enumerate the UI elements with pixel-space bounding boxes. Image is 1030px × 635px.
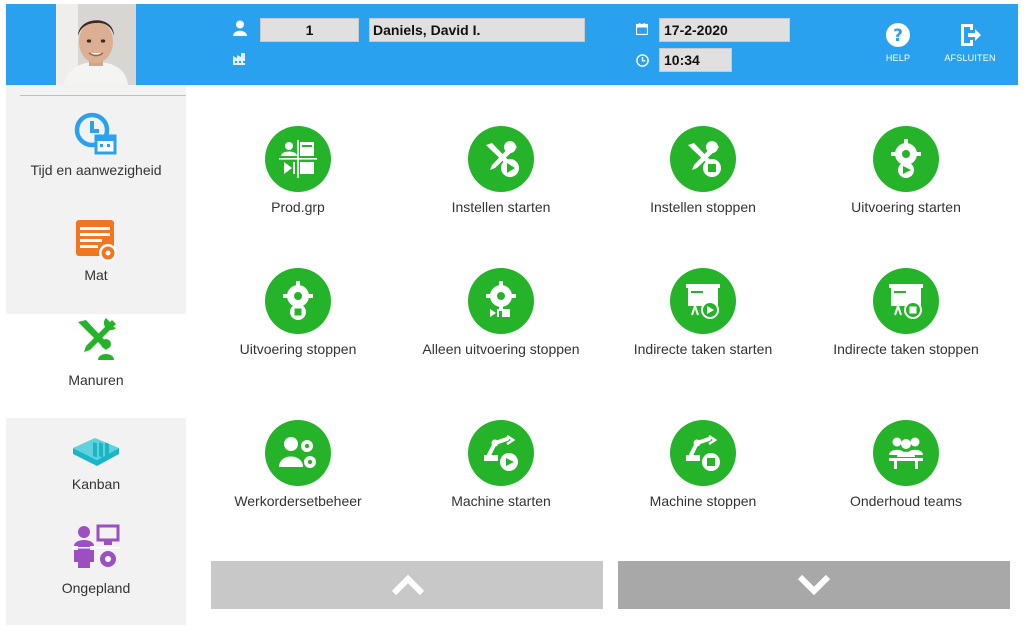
tile-onderhoud-teams[interactable]: Onderhoud teams xyxy=(806,420,1006,509)
sidebar-item-mat[interactable]: Mat xyxy=(6,207,186,311)
tile-machine-stoppen[interactable]: Machine stoppen xyxy=(603,420,803,509)
workorder-set-icon xyxy=(265,420,331,486)
indirect-stop-icon xyxy=(873,268,939,334)
tile-machine-starten[interactable]: Machine starten xyxy=(401,420,601,509)
tile-label: Werkordersetbeheer xyxy=(234,493,362,509)
unplanned-icon xyxy=(6,524,186,570)
tile-label: Uitvoering stoppen xyxy=(239,341,357,357)
machine-start-icon xyxy=(468,420,534,486)
execution-only-stop-icon xyxy=(468,268,534,334)
tile-werkordersetbeheer[interactable]: Werkordersetbeheer xyxy=(198,420,398,509)
chevron-up-icon xyxy=(391,574,425,596)
sidebar-item-kanban[interactable]: Kanban xyxy=(6,416,186,520)
teams-icon xyxy=(873,420,939,486)
sidebar-item-label: Kanban xyxy=(71,476,121,492)
clock-icon xyxy=(636,54,649,72)
machine-stop-icon xyxy=(670,420,736,486)
time-field[interactable]: 10:34 xyxy=(659,48,732,72)
setup-start-icon xyxy=(468,126,534,192)
kanban-tray-icon xyxy=(6,426,186,472)
sidebar-item-tijd[interactable]: Tijd en aanwezigheid xyxy=(6,100,186,204)
tile-label: Instellen starten xyxy=(451,199,551,215)
logout-icon xyxy=(961,24,981,46)
tile-label: Indirecte taken starten xyxy=(633,341,773,357)
chevron-down-icon xyxy=(797,574,831,596)
clock-calendar-icon xyxy=(6,110,186,156)
scroll-down-button[interactable] xyxy=(618,561,1010,609)
user-number-field[interactable]: 1 xyxy=(260,18,359,42)
close-label: AFSLUITEN xyxy=(944,53,996,63)
tile-label: Uitvoering starten xyxy=(851,199,961,215)
header-bar xyxy=(6,4,1018,85)
sidebar-item-label: Tijd en aanwezigheid xyxy=(30,162,162,178)
sidebar-divider xyxy=(20,95,186,96)
close-button[interactable]: AFSLUITEN xyxy=(940,22,1000,63)
execution-stop-icon xyxy=(265,268,331,334)
indirect-start-icon xyxy=(670,268,736,334)
svg-text:?: ? xyxy=(893,26,903,46)
tile-label: Prod.grp xyxy=(271,199,325,215)
help-icon: ? xyxy=(886,23,910,47)
user-icon xyxy=(233,20,247,41)
execution-start-icon xyxy=(873,126,939,192)
tile-uitvoering-stoppen[interactable]: Uitvoering stoppen xyxy=(198,268,398,357)
sidebar-item-ongepland[interactable]: Ongepland xyxy=(6,520,186,624)
production-group-icon xyxy=(265,126,331,192)
sidebar-item-manuren[interactable]: Manuren xyxy=(6,314,186,418)
tile-prod-grp[interactable]: Prod.grp xyxy=(198,126,398,215)
tile-label: Onderhoud teams xyxy=(849,493,963,509)
tile-uitvoering-starten[interactable]: Uitvoering starten xyxy=(806,126,1006,215)
sidebar-item-label: Mat xyxy=(84,267,108,283)
tile-instellen-starten[interactable]: Instellen starten xyxy=(401,126,601,215)
tile-alleen-uitvoering-stoppen[interactable]: Alleen uitvoering stoppen xyxy=(401,268,601,357)
tile-indirecte-taken-starten[interactable]: Indirecte taken starten xyxy=(603,268,803,357)
help-button[interactable]: ? HELP xyxy=(878,22,918,63)
tile-label: Machine starten xyxy=(451,493,551,509)
scroll-up-button[interactable] xyxy=(211,561,603,609)
avatar xyxy=(56,4,136,85)
date-field[interactable]: 17-2-2020 xyxy=(659,18,790,42)
factory-icon xyxy=(233,52,247,70)
tile-label: Indirecte taken stoppen xyxy=(833,341,979,357)
tile-indirecte-taken-stoppen[interactable]: Indirecte taken stoppen xyxy=(806,268,1006,357)
material-rack-icon xyxy=(6,217,186,263)
help-label: HELP xyxy=(885,53,911,63)
setup-stop-icon xyxy=(670,126,736,192)
sidebar-item-label: Ongepland xyxy=(61,580,131,596)
tile-label: Machine stoppen xyxy=(649,493,757,509)
calendar-icon xyxy=(635,22,649,40)
tile-label: Alleen uitvoering stoppen xyxy=(422,341,580,357)
tile-instellen-stoppen[interactable]: Instellen stoppen xyxy=(603,126,803,215)
tile-label: Instellen stoppen xyxy=(650,199,756,215)
sidebar-item-label: Manuren xyxy=(68,372,124,388)
user-name-field[interactable]: Daniels, David I. xyxy=(369,18,585,42)
tools-person-icon xyxy=(6,316,186,362)
